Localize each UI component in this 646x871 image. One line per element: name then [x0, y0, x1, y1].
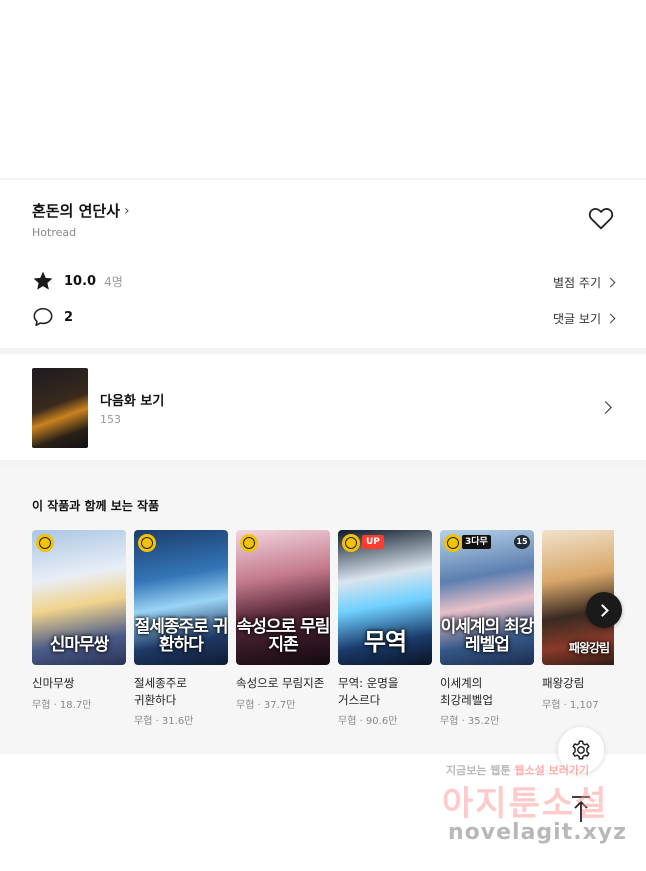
watermark: 지금보는 웹툰 웹소설 보러가기 아지툰소설 novelagit.xyz [440, 760, 630, 860]
recommendation-item[interactable]: 속성으로 무림지존 속성으로 무림지존 무협 · 37.7만 [236, 530, 330, 711]
chevron-right-icon [605, 313, 616, 324]
comment-row: 2 [32, 306, 73, 328]
cover-title-art: 신마무쌍 [49, 635, 110, 656]
chevron-right-icon [605, 277, 616, 288]
rating-value: 10.0 [64, 273, 97, 289]
recommendation-meta: 무협 · 31.6만 [134, 716, 194, 728]
carousel-next-button[interactable] [586, 592, 622, 628]
recommendation-item[interactable]: 신마무쌍 신마무쌍 무협 · 18.7만 [32, 530, 126, 711]
cover-image[interactable]: UP 무역 [338, 530, 432, 665]
recommendation-title: 패왕강림 [542, 676, 585, 690]
next-episode-thumbnail[interactable] [32, 368, 88, 448]
clock-icon [240, 534, 258, 552]
recommendation-title: 신마무쌍 [32, 676, 75, 690]
top-blank-area [0, 0, 646, 178]
rate-label: 별점 주기 [553, 276, 601, 290]
rating-row: 10.0 4명 [32, 270, 123, 292]
days-badge: 3다무 [462, 535, 491, 549]
cover-title-art: 패왕강림 [568, 641, 610, 656]
watermark-url: novelagit.xyz [448, 820, 627, 845]
recommendation-meta: 무협 · 35.2만 [440, 716, 500, 728]
clock-icon [138, 534, 156, 552]
heart-icon[interactable] [588, 206, 614, 230]
chevron-right-icon [596, 603, 609, 617]
rating-count: 4명 [104, 274, 123, 289]
up-badge: UP [362, 535, 384, 549]
next-episode-number: 153 [100, 413, 121, 426]
next-episode-label: 다음화 보기 [100, 394, 165, 409]
cover-title-art: 이세계의 최강레벨업 [440, 617, 534, 656]
recommendation-meta: 무협 · 37.7만 [236, 699, 296, 711]
comments-button[interactable]: 댓글 보기 [553, 310, 616, 327]
recommendation-item[interactable]: 3다무 15 이세계의 최강레벨업 이세계의 최강레벨업 무협 · 35.2만 [440, 530, 534, 727]
recommendation-meta: 무협 · 1,107 [542, 699, 599, 711]
recommendation-item[interactable]: 절세종주로 귀환하다 절세종주로 귀환하다 무협 · 31.6만 [134, 530, 228, 727]
recommendation-title: 절세종주로 귀환하다 [134, 676, 187, 707]
age-rating-badge: 15 [514, 535, 530, 549]
clock-icon [342, 534, 360, 552]
recommendation-title: 무역: 운명을 거스르다 [338, 676, 399, 707]
recommendation-meta: 무협 · 18.7만 [32, 699, 92, 711]
clock-icon [444, 534, 462, 552]
chevron-right-icon: › [124, 202, 130, 219]
series-title-link[interactable]: 혼돈의 연단사 › [32, 200, 130, 221]
cover-title-art: 무역 [363, 627, 407, 656]
gear-icon [572, 740, 590, 760]
recommendation-title: 이세계의 최강레벨업 [440, 676, 493, 707]
comment-icon [33, 307, 53, 327]
rate-button[interactable]: 별점 주기 [553, 274, 616, 291]
cover-image[interactable]: 신마무쌍 [32, 530, 126, 665]
clock-icon [36, 534, 54, 552]
comment-count: 2 [64, 309, 74, 325]
series-author: Hotread [32, 226, 77, 239]
recommendation-title: 속성으로 무림지존 [236, 676, 325, 690]
recommendation-carousel[interactable]: 신마무쌍 신마무쌍 무협 · 18.7만 절세종주로 귀환하다 절세종주로 귀환… [32, 530, 614, 740]
star-icon [33, 271, 53, 290]
recommendation-item[interactable]: UP 무역 무역: 운명을 거스르다 무협 · 90.6만 [338, 530, 432, 727]
recommendations-title: 이 작품과 함께 보는 작품 [32, 499, 160, 513]
cover-image[interactable]: 속성으로 무림지존 [236, 530, 330, 665]
arrow-up-icon[interactable] [568, 794, 594, 824]
cover-title-art: 속성으로 무림지존 [236, 617, 330, 656]
cover-title-art: 절세종주로 귀환하다 [134, 617, 228, 656]
cover-image[interactable]: 절세종주로 귀환하다 [134, 530, 228, 665]
next-episode-card[interactable] [0, 354, 646, 460]
settings-button[interactable] [558, 727, 604, 773]
series-title: 혼돈의 연단사 [32, 202, 121, 220]
comments-label: 댓글 보기 [553, 312, 601, 326]
cover-image[interactable]: 3다무 15 이세계의 최강레벨업 [440, 530, 534, 665]
recommendation-meta: 무협 · 90.6만 [338, 716, 398, 728]
